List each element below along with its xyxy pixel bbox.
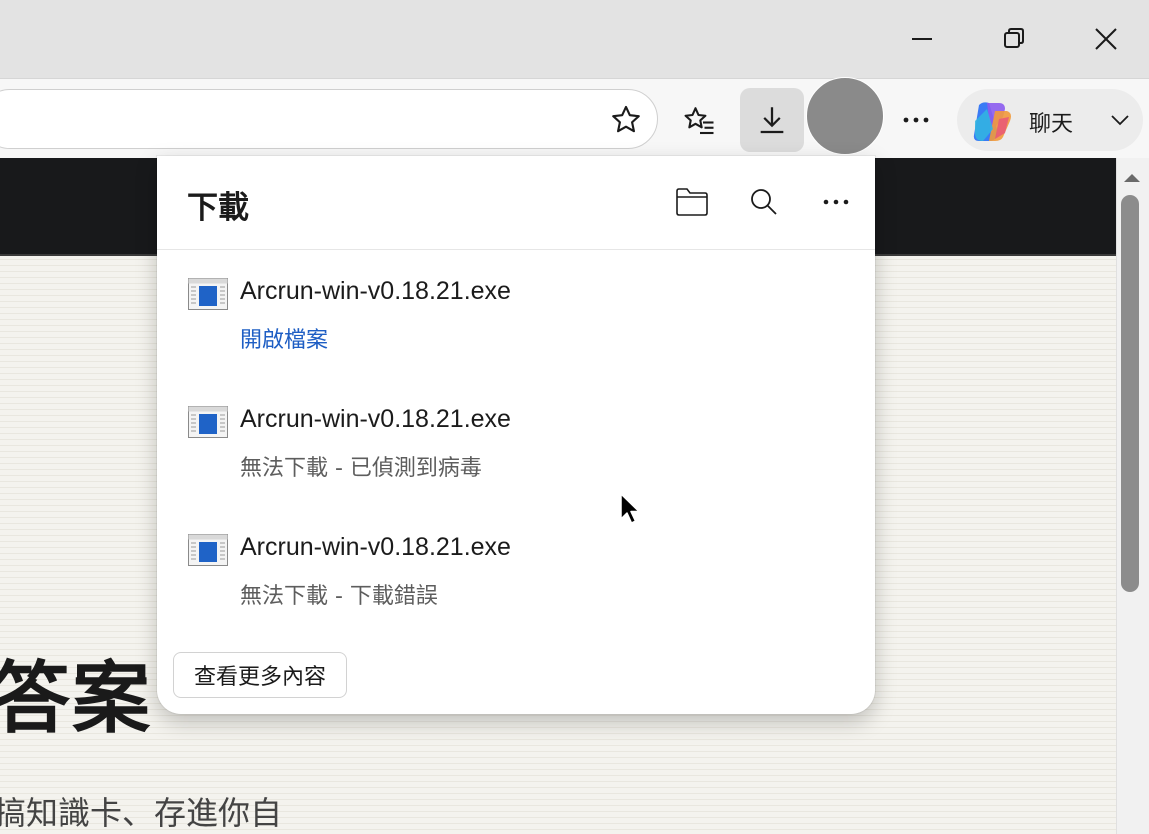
search-downloads-button[interactable] [744, 182, 784, 222]
open-file-link[interactable]: 開啟檔案 [240, 322, 328, 354]
favorite-button[interactable] [606, 100, 646, 140]
chevron-down-icon [1111, 115, 1129, 126]
download-item[interactable]: Arcrun-win-v0.18.21.exe 無法下載 - 下載錯誤 [187, 533, 847, 634]
see-more-button[interactable]: 查看更多內容 [173, 652, 348, 698]
more-options-button[interactable] [893, 97, 939, 143]
more-icon [903, 117, 929, 123]
downloads-panel: 下載 Arcrun-win-v0.18.21.exe 開啟檔案 Arcrun-w… [157, 156, 875, 714]
close-icon [1095, 28, 1117, 50]
minimize-button[interactable] [897, 14, 947, 64]
open-downloads-folder-button[interactable] [672, 182, 712, 222]
title-bar [0, 0, 1149, 78]
profile-avatar[interactable] [806, 77, 884, 155]
star-icon [612, 105, 640, 133]
download-item[interactable]: Arcrun-win-v0.18.21.exe 無法下載 - 已偵測到病毒 [187, 405, 847, 506]
close-window-button[interactable] [1081, 14, 1131, 64]
copilot-chat-button[interactable]: 聊天 [957, 89, 1143, 151]
download-filename: Arcrun-win-v0.18.21.exe [240, 405, 511, 433]
copilot-icon [973, 102, 1011, 141]
restore-icon [1004, 28, 1024, 48]
exe-file-icon [188, 534, 228, 566]
address-bar[interactable] [0, 89, 658, 149]
downloads-title: 下載 [187, 190, 249, 226]
panel-divider [157, 249, 875, 250]
folder-icon [676, 188, 708, 216]
favorites-button[interactable] [676, 97, 724, 145]
chat-label: 聊天 [1029, 112, 1074, 137]
scrollbar-thumb[interactable] [1121, 195, 1139, 592]
browser-toolbar: 聊天 [0, 77, 1149, 159]
downloads-button[interactable] [740, 88, 804, 152]
favorites-list-icon [684, 107, 714, 135]
search-icon [751, 189, 777, 215]
minimize-icon [912, 38, 932, 40]
scroll-up-arrow-icon[interactable] [1121, 170, 1143, 186]
page-subtext: 搞知識卡、存進你自 [0, 794, 283, 832]
download-filename: Arcrun-win-v0.18.21.exe [240, 533, 511, 561]
more-icon [823, 199, 849, 205]
download-filename: Arcrun-win-v0.18.21.exe [240, 277, 511, 305]
downloads-more-options-button[interactable] [816, 182, 856, 222]
restore-button[interactable] [989, 14, 1039, 64]
download-icon [760, 107, 784, 134]
download-item[interactable]: Arcrun-win-v0.18.21.exe 開啟檔案 [187, 277, 847, 378]
download-status: 無法下載 - 下載錯誤 [240, 584, 438, 609]
page-heading: 答案 [0, 654, 153, 744]
download-status: 無法下載 - 已偵測到病毒 [240, 456, 482, 481]
exe-file-icon [188, 406, 228, 438]
mouse-cursor-icon [620, 493, 640, 524]
exe-file-icon [188, 278, 228, 310]
